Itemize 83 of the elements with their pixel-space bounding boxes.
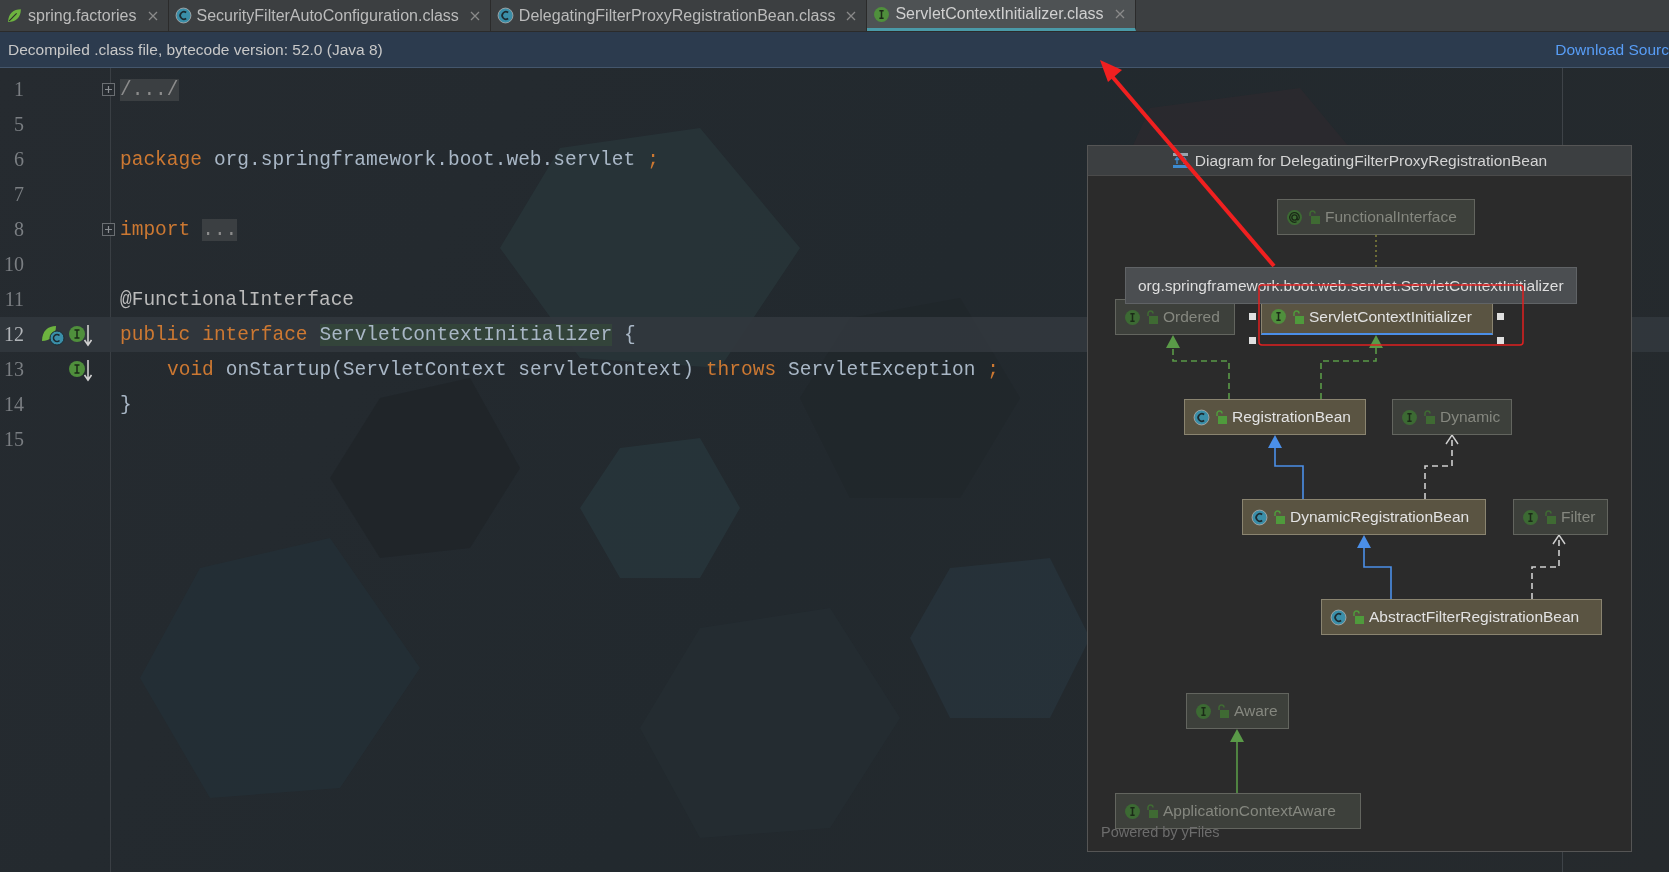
line-number: 14	[3, 393, 25, 416]
edge-arrow	[1320, 335, 1383, 400]
interface-icon	[1124, 802, 1141, 820]
class-icon	[1330, 608, 1347, 626]
line-number: 6	[13, 148, 25, 171]
line-number: 10	[3, 253, 25, 276]
close-icon[interactable]	[1114, 9, 1125, 19]
class-icon	[174, 7, 192, 24]
code-token: public	[120, 323, 191, 346]
interface-icon	[1522, 508, 1539, 526]
close-icon[interactable]	[469, 10, 480, 21]
code-token: }	[120, 393, 132, 416]
interface-icon	[1270, 308, 1287, 325]
edge-arrow	[1230, 729, 1244, 794]
unlock-icon	[1352, 610, 1364, 624]
close-icon[interactable]	[846, 10, 857, 21]
class-icon	[1193, 408, 1210, 426]
selection-handle[interactable]	[1497, 313, 1504, 320]
annotation-icon	[1286, 208, 1303, 226]
line-number: 13	[3, 358, 25, 381]
leaf-icon	[6, 7, 23, 24]
class-node[interactable]: Aware	[1186, 693, 1289, 729]
code-token: ;	[987, 358, 1000, 381]
unlock-icon	[1215, 410, 1227, 424]
class-icon	[496, 7, 514, 24]
edge-arrow	[1357, 535, 1392, 600]
edge-arrow	[1166, 335, 1230, 400]
unlock-icon	[1146, 310, 1158, 324]
notification-message: Decompiled .class file, bytecode version: 52.0 (Java 8)	[8, 40, 383, 59]
edge-arrow	[1531, 533, 1566, 600]
selection-handle[interactable]	[1249, 337, 1256, 344]
unlock-icon	[1292, 309, 1304, 324]
expand-icon[interactable]	[101, 223, 115, 236]
code-token: ;	[647, 148, 659, 171]
line-number: 8	[13, 218, 25, 241]
code-token: org.springframework.boot.web.servlet	[213, 148, 636, 171]
code-token: onStartup(ServletContext servletContext)	[225, 358, 694, 381]
edge-arrow	[1424, 433, 1459, 500]
line-number: 12	[3, 323, 25, 346]
selection-handle[interactable]	[1497, 337, 1504, 344]
line-number: 5	[13, 113, 25, 136]
class-icon	[1251, 508, 1268, 526]
interface-icon	[1401, 408, 1418, 426]
line-number: 15	[3, 428, 25, 451]
unlock-icon	[1146, 804, 1158, 818]
code-token: void	[167, 358, 214, 381]
close-icon[interactable]	[147, 10, 158, 21]
code-token: /.../	[120, 78, 179, 101]
class-node[interactable]: DynamicRegistrationBean	[1242, 499, 1486, 535]
code-token: throws	[705, 358, 777, 381]
class-node[interactable]: FunctionalInterface	[1277, 199, 1475, 235]
line-number: 11	[3, 288, 25, 311]
interface-icon	[1124, 308, 1141, 326]
diagram-icon	[1171, 152, 1189, 169]
unlock-icon	[1544, 510, 1556, 524]
unlock-icon	[1308, 210, 1320, 224]
code-token: @FunctionalInterface	[120, 288, 355, 311]
file-tab[interactable]: ServletContextInitializer.class	[867, 0, 1136, 31]
implemented-icon[interactable]	[68, 357, 92, 382]
unlock-icon	[1217, 704, 1229, 718]
class-node[interactable]: RegistrationBean	[1184, 399, 1366, 435]
code-token: {	[624, 323, 636, 346]
code-token: interface	[202, 323, 308, 346]
code-token: ...	[202, 218, 238, 241]
edge-arrow	[1268, 435, 1304, 500]
expand-icon[interactable]	[101, 83, 115, 96]
code-token: ServletContextInitializer	[319, 323, 613, 346]
code-token: ServletException	[788, 358, 976, 381]
implemented-icon[interactable]	[68, 322, 92, 347]
selection-handle[interactable]	[1249, 313, 1256, 320]
interface-icon	[1195, 702, 1212, 720]
class-node[interactable]: Dynamic	[1392, 399, 1512, 435]
unlock-icon	[1423, 410, 1435, 424]
unlock-icon	[1273, 510, 1285, 524]
line-number: 7	[13, 183, 25, 206]
diagram-title: Diagram for DelegatingFilterProxyRegistrationBean	[1194, 151, 1548, 170]
code-token: package	[120, 148, 202, 171]
interface-icon	[873, 5, 891, 23]
code-token: import	[120, 218, 191, 241]
line-number: 1	[13, 78, 25, 101]
class-node[interactable]: Filter	[1513, 499, 1608, 535]
class-node[interactable]: AbstractFilterRegistrationBean	[1321, 599, 1602, 635]
download-link[interactable]: Download Sourc	[1555, 40, 1669, 59]
